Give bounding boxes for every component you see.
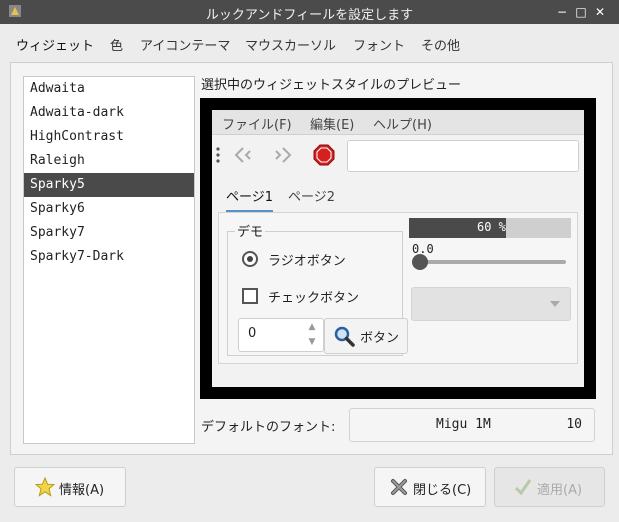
minimize-button[interactable]: −: [553, 3, 571, 21]
progress-bar: 60 %: [409, 218, 571, 238]
close-button[interactable]: 閉じる(C): [374, 467, 486, 507]
list-item[interactable]: Adwaita: [24, 77, 194, 101]
chevron-down-icon: [550, 301, 560, 307]
list-item-selected[interactable]: Sparky5: [24, 173, 194, 197]
check-button[interactable]: [242, 288, 258, 304]
preview-menu-bar: ファイル(F) 編集(E) ヘルプ(H): [212, 110, 584, 135]
list-item[interactable]: Sparky7: [24, 221, 194, 245]
info-button[interactable]: 情報(A): [14, 467, 126, 507]
star-icon: [35, 477, 55, 497]
tab-mouse-cursor[interactable]: マウスカーソル: [245, 34, 336, 62]
slider-knob[interactable]: [412, 254, 428, 270]
demo-frame: ラジオボタン チェックボタン 0 ▲ ▼ ボタン: [227, 231, 408, 356]
forward-icon[interactable]: [270, 143, 294, 167]
tab-widget[interactable]: ウィジェット: [16, 34, 95, 65]
demo-button[interactable]: ボタン: [324, 318, 408, 354]
search-icon: [334, 326, 355, 347]
spin-up-icon[interactable]: ▲: [303, 320, 321, 334]
font-name: Migu 1M: [436, 417, 491, 432]
close-button-label: 閉じる(C): [413, 483, 472, 498]
tab-page1[interactable]: ページ1: [226, 188, 274, 212]
combo-box[interactable]: [411, 287, 571, 321]
tab-font[interactable]: フォント: [353, 34, 405, 62]
demo-button-label: ボタン: [360, 331, 400, 346]
title-bar: ルックアンドフィールを設定します − □ ✕: [0, 0, 619, 24]
close-x-icon: [391, 479, 407, 495]
font-size: 10: [566, 417, 582, 432]
preview-tab-panel: ラジオボタン チェックボタン 0 ▲ ▼ ボタン デモ 60 % 0.0: [218, 212, 578, 364]
back-icon[interactable]: [232, 143, 256, 167]
window-title: ルックアンドフィールを設定します: [205, 8, 414, 23]
apply-button[interactable]: 適用(A): [494, 467, 605, 507]
radio-label: ラジオボタン: [268, 254, 346, 269]
preview-frame: ファイル(F) 編集(E) ヘルプ(H) ページ1 ページ2 ラジオボタン チェ…: [200, 98, 596, 399]
tab-icon-theme[interactable]: アイコンテーマ: [140, 34, 230, 62]
list-item[interactable]: Adwaita-dark: [24, 101, 194, 125]
spin-value: 0: [248, 326, 257, 341]
preview-toolbar: [212, 135, 584, 175]
apply-button-label: 適用(A): [537, 483, 583, 498]
info-button-label: 情報(A): [59, 483, 105, 498]
demo-frame-label: デモ: [235, 221, 266, 240]
list-item[interactable]: Sparky7-Dark: [24, 245, 194, 269]
checkmark-icon: [514, 479, 532, 496]
menu-edit[interactable]: 編集(E): [310, 114, 354, 133]
list-item[interactable]: Sparky6: [24, 197, 194, 221]
radio-button[interactable]: [242, 251, 258, 267]
toolbar-grip-icon[interactable]: [216, 147, 220, 163]
list-item[interactable]: HighContrast: [24, 125, 194, 149]
tab-other[interactable]: その他: [421, 34, 460, 62]
progress-text: 60 %: [477, 220, 506, 234]
font-chooser-button[interactable]: Migu 1M 10: [349, 408, 595, 442]
spin-button[interactable]: 0 ▲ ▼: [238, 318, 324, 352]
preview-label: 選択中のウィジェットスタイルのプレビュー: [201, 78, 462, 93]
close-window-button[interactable]: ✕: [591, 3, 609, 21]
preview-text-entry[interactable]: [347, 140, 579, 172]
spin-down-icon[interactable]: ▼: [303, 335, 321, 349]
stop-icon[interactable]: [312, 143, 336, 167]
menu-help[interactable]: ヘルプ(H): [373, 114, 432, 133]
default-font-label: デフォルトのフォント:: [201, 420, 336, 435]
maximize-button[interactable]: □: [572, 3, 590, 21]
list-item[interactable]: Raleigh: [24, 149, 194, 173]
preview-window: ファイル(F) 編集(E) ヘルプ(H) ページ1 ページ2 ラジオボタン チェ…: [212, 110, 584, 387]
tab-color[interactable]: 色: [110, 34, 123, 62]
menu-file[interactable]: ファイル(F): [222, 114, 292, 133]
check-label: チェックボタン: [268, 291, 360, 306]
tab-page2[interactable]: ページ2: [288, 188, 335, 210]
scale-slider[interactable]: [412, 254, 566, 270]
theme-list[interactable]: Adwaita Adwaita-dark HighContrast Raleig…: [23, 76, 195, 444]
